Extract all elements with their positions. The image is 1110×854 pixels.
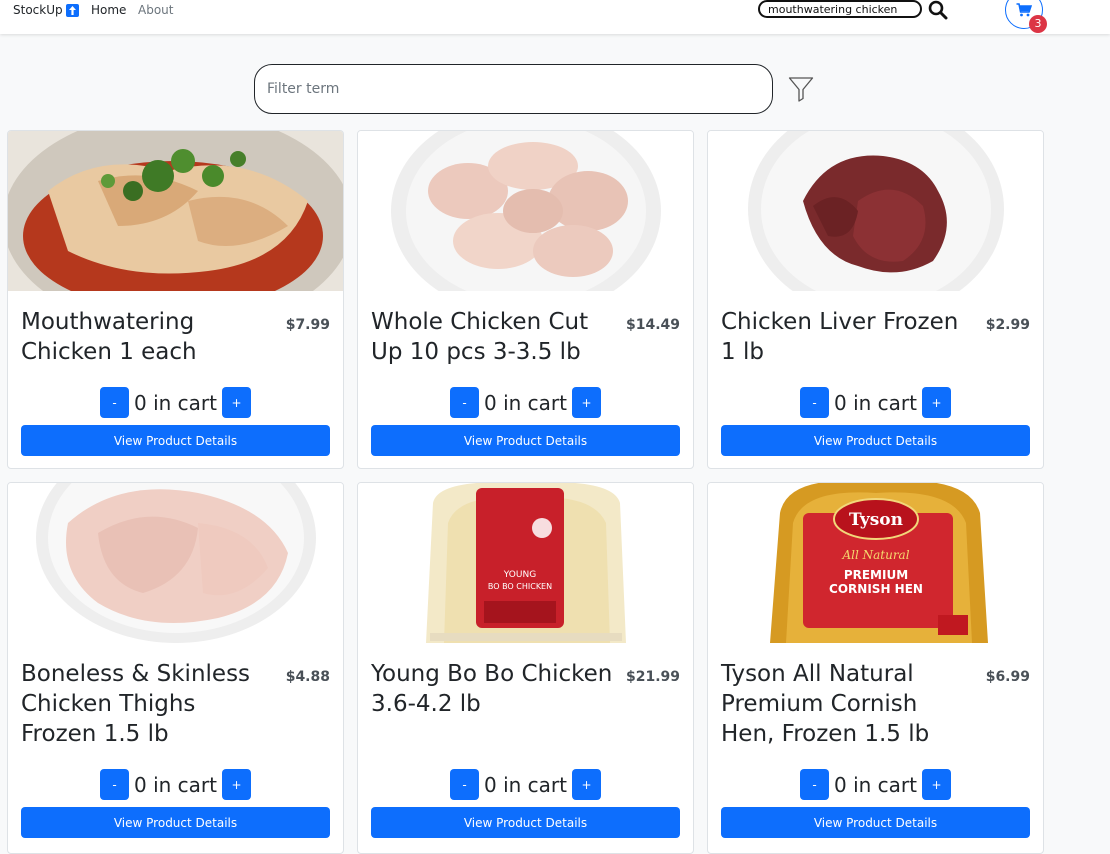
filter-icon[interactable] — [788, 76, 814, 106]
product-title: Boneless & Skinless Chicken Thighs Froze… — [21, 661, 251, 747]
nav-about-link[interactable]: About — [138, 3, 173, 17]
cart-quantity-label: 0 in cart — [134, 390, 217, 415]
cart-quantity-label: 0 in cart — [484, 772, 567, 797]
increment-button[interactable]: + — [222, 387, 251, 418]
product-image-mouthwatering-chicken[interactable] — [8, 131, 343, 291]
label-line: Tyson — [849, 510, 903, 530]
decrement-button[interactable]: - — [450, 769, 479, 800]
product-card: Chicken Liver Frozen 1 lb $2.99 - 0 in c… — [707, 130, 1044, 469]
search-icon[interactable] — [928, 0, 948, 20]
product-card: Boneless & Skinless Chicken Thighs Froze… — [7, 482, 344, 854]
decrement-button[interactable]: - — [800, 387, 829, 418]
product-title: Mouthwatering Chicken 1 each — [21, 309, 197, 365]
decrement-button[interactable]: - — [100, 769, 129, 800]
product-card: Mouthwatering Chicken 1 each $7.99 - 0 i… — [7, 130, 344, 469]
product-title: Young Bo Bo Chicken 3.6-4.2 lb — [371, 661, 613, 717]
up-arrow-icon — [65, 3, 79, 17]
view-product-details-button[interactable]: View Product Details — [721, 807, 1030, 838]
brand-link[interactable]: StockUp — [13, 3, 79, 17]
product-image-tyson-cornish-hen[interactable]: Tyson All Natural PREMIUM CORNISH HEN — [708, 483, 1043, 643]
product-price: $14.49 — [625, 317, 680, 333]
product-title: Whole Chicken Cut Up 10 pcs 3-3.5 lb — [371, 309, 589, 365]
quantity-stepper: - 0 in cart + — [8, 769, 343, 800]
increment-button[interactable]: + — [922, 769, 951, 800]
cart-quantity-label: 0 in cart — [834, 772, 917, 797]
decrement-button[interactable]: - — [450, 387, 479, 418]
label-line: YOUNG — [503, 570, 536, 580]
product-title: Chicken Liver Frozen 1 lb — [721, 309, 959, 365]
label-line: CORNISH HEN — [829, 582, 923, 596]
quantity-stepper: - 0 in cart + — [708, 387, 1043, 418]
product-price: $6.99 — [985, 669, 1030, 685]
product-price: $21.99 — [625, 669, 680, 685]
filter-input[interactable] — [254, 64, 773, 114]
search-input[interactable] — [758, 0, 922, 18]
product-price: $4.88 — [285, 669, 330, 685]
increment-button[interactable]: + — [222, 769, 251, 800]
cart-quantity-label: 0 in cart — [834, 390, 917, 415]
label-line: PREMIUM — [844, 568, 908, 582]
decrement-button[interactable]: - — [100, 387, 129, 418]
navbar: StockUp Home About 3 — [0, 0, 1110, 34]
product-image-boneless-chicken-thighs[interactable] — [8, 483, 343, 643]
view-product-details-button[interactable]: View Product Details — [371, 425, 680, 456]
product-card: Whole Chicken Cut Up 10 pcs 3-3.5 lb $14… — [357, 130, 694, 469]
increment-button[interactable]: + — [922, 387, 951, 418]
product-image-chicken-liver[interactable] — [708, 131, 1043, 291]
increment-button[interactable]: + — [572, 387, 601, 418]
brand-name: StockUp — [13, 3, 63, 17]
cart-icon — [1016, 3, 1032, 17]
product-card: Tyson All Natural PREMIUM CORNISH HEN Ty… — [707, 482, 1044, 854]
product-title: Tyson All Natural Premium Cornish Hen, F… — [721, 661, 930, 747]
increment-button[interactable]: + — [572, 769, 601, 800]
product-price: $2.99 — [985, 317, 1030, 333]
quantity-stepper: - 0 in cart + — [358, 387, 693, 418]
decrement-button[interactable]: - — [800, 769, 829, 800]
cart-quantity-label: 0 in cart — [134, 772, 217, 797]
quantity-stepper: - 0 in cart + — [708, 769, 1043, 800]
view-product-details-button[interactable]: View Product Details — [721, 425, 1030, 456]
quantity-stepper: - 0 in cart + — [8, 387, 343, 418]
product-image-young-bo-bo-chicken[interactable]: YOUNG BO BO CHICKEN — [358, 483, 693, 643]
quantity-stepper: - 0 in cart + — [358, 769, 693, 800]
label-line: All Natural — [841, 548, 909, 562]
cart-count-badge: 3 — [1029, 15, 1047, 33]
product-card: YOUNG BO BO CHICKEN Young Bo Bo Chicken … — [357, 482, 694, 854]
nav-home-link[interactable]: Home — [91, 3, 126, 17]
view-product-details-button[interactable]: View Product Details — [21, 807, 330, 838]
view-product-details-button[interactable]: View Product Details — [371, 807, 680, 838]
label-line: BO BO CHICKEN — [488, 582, 552, 591]
cart-quantity-label: 0 in cart — [484, 390, 567, 415]
product-price: $7.99 — [285, 317, 330, 333]
product-image-whole-chicken-cut-up[interactable] — [358, 131, 693, 291]
view-product-details-button[interactable]: View Product Details — [21, 425, 330, 456]
